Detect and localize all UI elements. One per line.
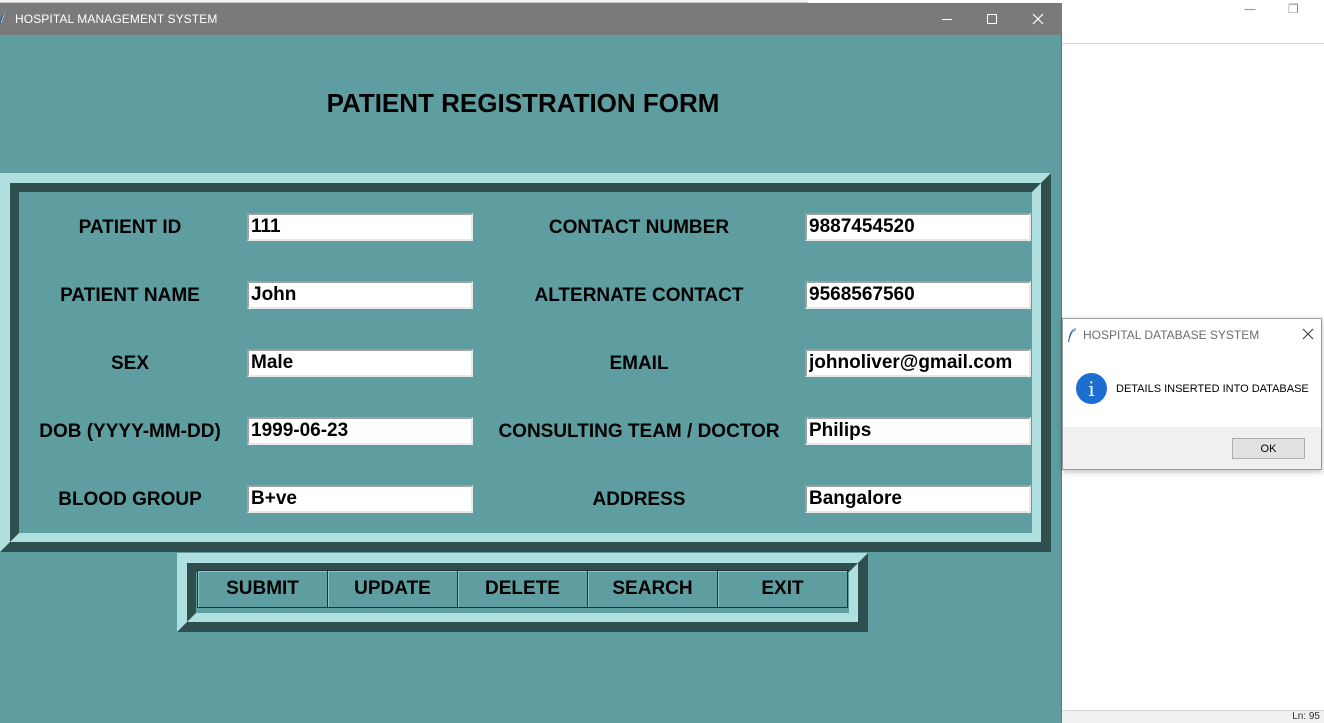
- search-button[interactable]: SEARCH: [587, 570, 718, 608]
- blood-group-label: BLOOD GROUP: [58, 489, 202, 510]
- patient-id-input[interactable]: [247, 213, 473, 241]
- exit-button[interactable]: EXIT: [717, 570, 848, 608]
- dob-input[interactable]: [247, 417, 473, 445]
- address-label: ADDRESS: [592, 489, 686, 510]
- close-button[interactable]: [1015, 3, 1061, 35]
- dialog-titlebar: HOSPITAL DATABASE SYSTEM: [1063, 319, 1321, 349]
- update-button[interactable]: UPDATE: [327, 570, 458, 608]
- blood-group-input[interactable]: [247, 485, 473, 513]
- window-title: HOSPITAL MANAGEMENT SYSTEM: [15, 12, 218, 26]
- dialog-title: HOSPITAL DATABASE SYSTEM: [1083, 328, 1260, 342]
- contact-number-label: CONTACT NUMBER: [548, 217, 730, 238]
- close-icon: [1032, 13, 1044, 25]
- consulting-doctor-input[interactable]: [805, 417, 1031, 445]
- submit-button[interactable]: SUBMIT: [197, 570, 328, 608]
- minimize-button[interactable]: [924, 3, 970, 35]
- email-input[interactable]: [805, 349, 1031, 377]
- sex-input[interactable]: [247, 349, 473, 377]
- feather-icon: [1068, 327, 1076, 342]
- feather-icon: [0, 11, 7, 26]
- close-icon[interactable]: [1299, 325, 1317, 343]
- delete-button[interactable]: DELETE: [457, 570, 588, 608]
- address-input[interactable]: [805, 485, 1031, 513]
- main-titlebar: HOSPITAL MANAGEMENT SYSTEM: [0, 3, 1062, 35]
- patient-registration-window: HOSPITAL MANAGEMENT SYSTEM PATIENT REGIS…: [0, 3, 1062, 723]
- info-message-dialog: HOSPITAL DATABASE SYSTEM i DETAILS INSER…: [1062, 318, 1322, 470]
- background-titlebar: — ❐: [1062, 0, 1324, 44]
- dob-label: DOB (YYYY-MM-DD): [39, 421, 221, 442]
- alternate-contact-input[interactable]: [805, 281, 1031, 309]
- sex-label: SEX: [110, 353, 150, 374]
- ok-button[interactable]: OK: [1232, 438, 1305, 459]
- maximize-button[interactable]: [969, 3, 1015, 35]
- consulting-doctor-label: CONSULTING TEAM / DOCTOR: [498, 421, 780, 442]
- patient-id-label: PATIENT ID: [78, 217, 182, 238]
- alternate-contact-label: ALTERNATE CONTACT: [534, 285, 744, 306]
- email-label: EMAIL: [609, 353, 669, 374]
- maximize-icon: [987, 14, 997, 24]
- dialog-footer: OK: [1063, 427, 1321, 469]
- dialog-message: DETAILS INSERTED INTO DATABASE: [1116, 383, 1309, 395]
- patient-name-label: PATIENT NAME: [60, 285, 200, 306]
- background-status-bar: Ln: 95: [1062, 710, 1324, 723]
- contact-number-input[interactable]: [805, 213, 1031, 241]
- minimize-icon[interactable]: —: [1244, 2, 1256, 16]
- patient-name-input[interactable]: [247, 281, 473, 309]
- info-icon: i: [1076, 373, 1107, 404]
- line-number-status: Ln: 95: [1292, 711, 1320, 722]
- minimize-icon: [942, 19, 952, 20]
- form-heading: PATIENT REGISTRATION FORM: [326, 88, 720, 118]
- restore-icon[interactable]: ❐: [1288, 2, 1299, 16]
